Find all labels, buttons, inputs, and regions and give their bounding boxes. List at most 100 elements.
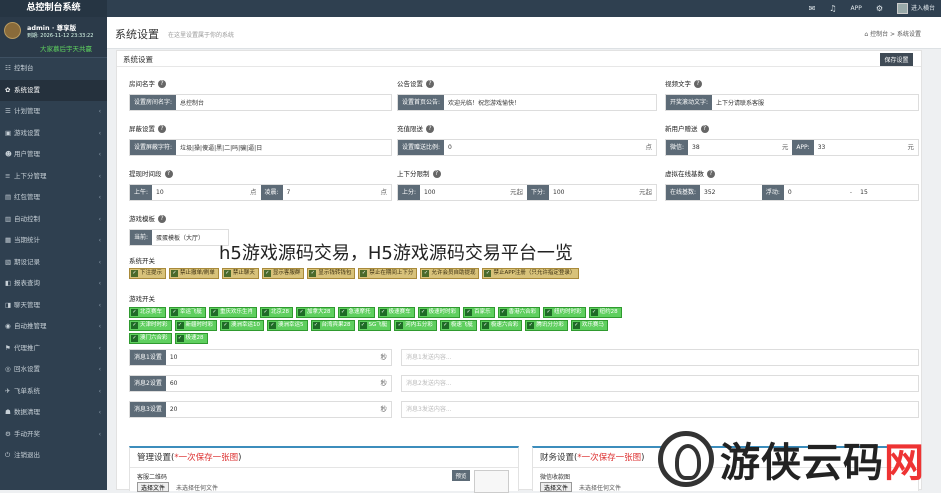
game-switch-checkbox[interactable]: ✓ 百家乐	[463, 307, 495, 318]
sidebar-item[interactable]: ▣ 游戏设置 ‹	[0, 123, 107, 145]
notice-input[interactable]	[444, 95, 656, 110]
sidebar-item[interactable]: ◉ 自动推管理 ‹	[0, 316, 107, 338]
game-switch-checkbox[interactable]: ✓ 极速时时彩	[417, 307, 461, 318]
game-switch-checkbox[interactable]: ✓ 欢乐赛马	[570, 320, 608, 331]
bell-icon[interactable]: ♫	[829, 4, 836, 13]
system-switch-checkbox[interactable]: ✓ 禁止聊天	[221, 268, 259, 279]
system-switch-checkbox[interactable]: ✓ 允许会员自助提现	[420, 268, 480, 279]
game-switch-checkbox[interactable]: ✓ SG飞艇	[357, 320, 392, 331]
game-switch-checkbox[interactable]: ✓ 幸运飞艇	[169, 307, 207, 318]
system-switch-checkbox[interactable]: ✓ 下注提示	[129, 268, 167, 279]
sidebar-item[interactable]: ▧ 期设记录 ‹	[0, 252, 107, 274]
wechat-unit: 元	[777, 140, 793, 155]
settings-icon[interactable]: ⚙	[876, 4, 883, 13]
message-content-input[interactable]	[402, 376, 918, 391]
save-settings-button[interactable]: 保存设置	[880, 53, 913, 66]
help-icon[interactable]: ?	[707, 170, 715, 178]
float-min-input[interactable]	[783, 185, 846, 200]
app-bonus-input[interactable]	[813, 140, 904, 155]
sidebar-item[interactable]: ☻ 用户管理 ‹	[0, 144, 107, 166]
wechat-file-button[interactable]: 选择文件	[540, 482, 573, 492]
watermark-logo-icon	[658, 431, 714, 487]
game-switch-checkbox[interactable]: ✓ 极速六合彩	[479, 320, 523, 331]
system-switch-checkbox[interactable]: ✓ 显示客服群	[261, 268, 305, 279]
help-icon[interactable]: ?	[700, 125, 709, 133]
room-name-input[interactable]	[176, 95, 391, 110]
wechat-bonus-input[interactable]	[688, 140, 778, 155]
sidebar-item-label: 注销退出	[14, 451, 40, 459]
sidebar-item[interactable]: ≡ 上下分管理 ‹	[0, 166, 107, 188]
breadcrumb-home[interactable]: 控制台	[870, 31, 888, 38]
help-icon[interactable]: ?	[432, 170, 441, 178]
game-switch-checkbox[interactable]: ✓ 急速摩托	[337, 307, 375, 318]
game-switch-checkbox[interactable]: ✓ 河内五分彩	[394, 320, 437, 331]
sidebar-item[interactable]: ☰ 计划管理 ‹	[0, 101, 107, 123]
game-switch-checkbox[interactable]: ✓ 澳洲幸运5	[267, 320, 308, 331]
help-icon[interactable]: ?	[158, 125, 166, 133]
game-switch-checkbox[interactable]: ✓ 重庆欢乐生肖	[209, 307, 258, 318]
game-switch-checkbox[interactable]: ✓ 纽约时时彩	[543, 307, 586, 318]
system-switch-checkbox[interactable]: ✓ 禁止撤单/刷单	[169, 268, 219, 279]
online-base-input[interactable]	[700, 185, 762, 200]
sidebar-item[interactable]: ⏻ 注销退出	[0, 445, 107, 467]
sidebar-item[interactable]: ☗ 数据清理 ‹	[0, 402, 107, 424]
game-switch-checkbox[interactable]: ✓ 加拿大28	[296, 307, 335, 318]
game-switch-checkbox[interactable]: ✓ 天津时时彩	[129, 320, 172, 331]
chevron-left-icon: ‹	[98, 129, 101, 137]
qr-preview-button[interactable]: 预览	[452, 470, 470, 481]
app-link[interactable]: APP	[850, 5, 861, 12]
qr-file-button[interactable]: 选择文件	[137, 482, 170, 492]
sidebar-item[interactable]: ✈ 飞单系统 ‹	[0, 381, 107, 403]
sidebar-item[interactable]: ▥ 自动控制 ‹	[0, 209, 107, 231]
help-icon[interactable]: ?	[426, 125, 434, 133]
game-switch-checkbox[interactable]: ✓ 极速28	[174, 333, 208, 344]
message-content-input[interactable]	[402, 350, 918, 365]
sidebar-item[interactable]: ▦ 当期统计 ‹	[0, 230, 107, 252]
system-switch-checkbox[interactable]: ✓ 显示钱转钱包	[307, 268, 356, 279]
help-icon[interactable]: ?	[158, 80, 166, 88]
sidebar-item[interactable]: ⚙ 手动开奖 ‹	[0, 424, 107, 446]
morning-input[interactable]	[152, 185, 246, 200]
sidebar-item[interactable]: ☷ 控制台	[0, 58, 107, 80]
float-max-input[interactable]	[856, 185, 918, 200]
game-switch-checkbox[interactable]: ✓ 香港六合彩	[497, 307, 541, 318]
system-switch-checkbox[interactable]: ✓ 禁止在期间上下分	[358, 268, 418, 279]
sidebar-item[interactable]: ◨ 聊天管理 ‹	[0, 295, 107, 317]
avatar[interactable]	[4, 22, 21, 39]
help-icon[interactable]: ?	[164, 170, 173, 178]
recharge-input[interactable]	[444, 140, 642, 155]
game-switch-checkbox[interactable]: ✓ 澳门六合彩	[129, 333, 172, 344]
mail-icon[interactable]: ✉	[809, 4, 816, 13]
sidebar-item[interactable]: ◎ 回水设置 ‹	[0, 359, 107, 381]
down-limit-input[interactable]	[549, 185, 635, 200]
block-words-input[interactable]	[176, 140, 391, 155]
sidebar-item[interactable]: ▤ 红包管理 ‹	[0, 187, 107, 209]
message-interval-input[interactable]	[165, 402, 377, 417]
message-interval-input[interactable]	[165, 376, 377, 391]
game-switch-checkbox[interactable]: ✓ 澳洲幸运10	[220, 320, 265, 331]
sidebar-item[interactable]: ◧ 报表查询 ‹	[0, 273, 107, 295]
help-icon[interactable]: ?	[158, 215, 166, 223]
game-switch-checkbox[interactable]: ✓ 北京28	[260, 307, 294, 318]
message-content-input[interactable]	[402, 402, 918, 417]
message-interval-input[interactable]	[165, 350, 377, 365]
night-input[interactable]	[282, 185, 377, 200]
up-limit-input[interactable]	[420, 185, 506, 200]
sidebar-item[interactable]: ✿ 系统设置	[0, 79, 107, 101]
nav-icon: ◨	[5, 300, 12, 309]
scroll-text-input[interactable]	[712, 95, 918, 110]
game-switch-checkbox[interactable]: ✓ 台湾宾果28	[310, 320, 355, 331]
game-switch-checkbox[interactable]: ✓ 纽约28	[588, 307, 622, 318]
game-switch-checkbox[interactable]: ✓ 新疆时时彩	[174, 320, 218, 331]
help-icon[interactable]: ?	[694, 80, 702, 88]
enter-room-link[interactable]: 进入横台	[896, 3, 935, 14]
sidebar-item[interactable]: ⚑ 代理推广 ‹	[0, 338, 107, 360]
help-icon[interactable]: ?	[426, 80, 434, 88]
game-mode-select[interactable]	[152, 230, 228, 245]
game-switch-checkbox[interactable]: ✓ 腾讯分分彩	[525, 320, 568, 331]
game-switch-checkbox[interactable]: ✓ 北京赛车	[129, 307, 167, 318]
game-switch-checkbox[interactable]: ✓ 极速飞艇	[439, 320, 477, 331]
game-switch-checkbox[interactable]: ✓ 极速赛车	[377, 307, 415, 318]
game-switch-text: 河内五分彩	[405, 322, 433, 328]
system-switch-checkbox[interactable]: ✓ 禁止APP注册（只允许指定登录）	[482, 268, 580, 279]
